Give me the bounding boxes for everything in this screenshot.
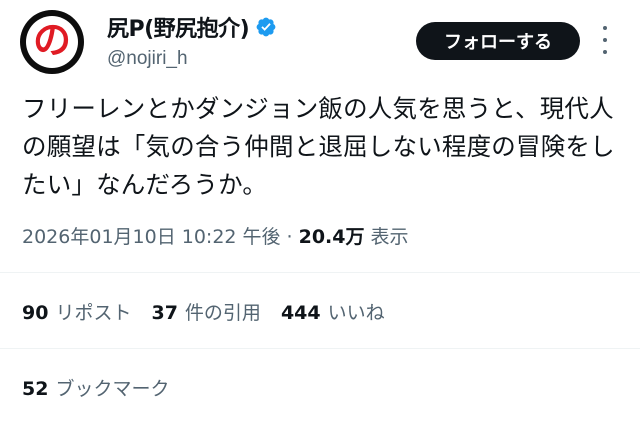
quotes-count: 37 <box>151 302 178 324</box>
meta-separator: · <box>286 226 293 248</box>
tweet-header: の 尻P(野尻抱介) @nojiri_h フォローする <box>0 0 640 90</box>
display-name[interactable]: 尻P(野尻抱介) <box>107 11 250 43</box>
name-row: 尻P(野尻抱介) <box>107 12 277 42</box>
bookmarks-label: ブックマーク <box>55 378 170 400</box>
views-count: 20.4万 <box>298 226 365 248</box>
divider <box>0 272 640 273</box>
reposts-stat[interactable]: 90 リポスト <box>22 298 131 325</box>
more-dot <box>603 26 607 30</box>
divider <box>0 348 640 349</box>
likes-stat[interactable]: 444 いいね <box>281 298 385 325</box>
reposts-label: リポスト <box>55 302 132 324</box>
follow-button[interactable]: フォローする <box>416 22 580 60</box>
avatar-disc: の <box>26 16 78 68</box>
more-dot <box>603 38 607 42</box>
bookmarks-count: 52 <box>22 378 49 400</box>
quotes-label: 件の引用 <box>184 302 261 324</box>
tweet-text: フリーレンとかダンジョン飯の人気を思うと、現代人の願望は「気の合う仲間と退屈しな… <box>22 94 615 199</box>
engagement-stats: 90 リポスト 37 件の引用 444 いいね <box>22 298 405 325</box>
verified-badge-icon[interactable] <box>255 16 277 38</box>
likes-label: いいね <box>327 302 385 324</box>
timestamp[interactable]: 2026年01月10日 10:22 午後 <box>22 222 281 249</box>
reposts-count: 90 <box>22 302 49 324</box>
likes-count: 444 <box>280 302 321 324</box>
user-handle[interactable]: @nojiri_h <box>107 48 188 70</box>
more-dot <box>603 50 607 54</box>
avatar-mark: の <box>32 18 71 62</box>
tweet-meta: 2026年01月10日 10:22 午後 · 20.4万 表示 <box>22 222 409 249</box>
avatar[interactable]: の <box>20 10 84 74</box>
bookmarks-stat[interactable]: 52 ブックマーク <box>22 374 169 401</box>
more-vertical-icon[interactable] <box>598 26 612 54</box>
quotes-stat[interactable]: 37 件の引用 <box>151 298 260 325</box>
views-label: 表示 <box>370 226 409 248</box>
